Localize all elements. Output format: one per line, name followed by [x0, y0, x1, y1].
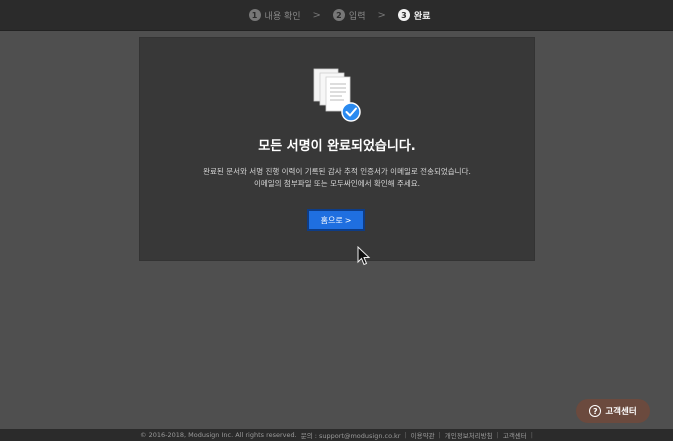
footer-link-privacy[interactable]: 개인정보처리방침 [445, 430, 493, 440]
step-label: 입력 [348, 11, 366, 22]
chevron-right-icon: > [344, 215, 352, 225]
documents-check-icon [313, 68, 361, 122]
step-number: 3 [397, 9, 410, 21]
footer-link-terms[interactable]: 이용약관 [411, 430, 435, 440]
home-button-label: 홈으로 [320, 215, 343, 225]
mouse-cursor-icon [357, 246, 371, 266]
footer-contact: 문의 : support@modusign.co.kr [300, 432, 401, 440]
question-icon: ? [589, 405, 602, 417]
completion-card: 모든 서명이 완료되었습니다. 완료된 문서와 서명 진행 이력이 기록된 감사… [140, 38, 534, 260]
description-line: 완료된 문서와 서명 진행 이력이 기록된 감사 추적 인증서가 이메일로 전송… [203, 167, 471, 176]
footer-link-customer-center[interactable]: 고객센터 [503, 430, 527, 440]
step-number: 2 [332, 9, 345, 21]
completion-description: 완료된 문서와 서명 진행 이력이 기록된 감사 추적 인증서가 이메일로 전송… [140, 166, 534, 190]
customer-center-button[interactable]: ? 고객센터 [576, 399, 650, 423]
customer-center-label: 고객센터 [605, 407, 637, 417]
completion-title: 모든 서명이 완료되었습니다. [258, 139, 416, 154]
step-complete: 3 완료 [397, 9, 431, 22]
progress-stepper: 1 내용 확인 > 2 입력 > 3 완료 [0, 0, 673, 31]
step-review: 1 내용 확인 [248, 9, 301, 22]
description-line: 이메일의 첨부파일 또는 모두싸인에서 확인해 주세요. [253, 179, 421, 188]
step-number: 1 [248, 9, 261, 21]
step-label: 완료 [413, 11, 431, 22]
step-label: 내용 확인 [264, 11, 301, 22]
chevron-right-icon: > [312, 9, 321, 21]
footer-separator: | [438, 431, 441, 439]
footer-separator: | [404, 431, 407, 439]
step-input: 2 입력 [332, 9, 366, 22]
home-button[interactable]: 홈으로 > [307, 209, 365, 231]
steps: 1 내용 확인 > 2 입력 > 3 완료 [248, 9, 431, 22]
footer-copyright: © 2016-2018, Modusign Inc. All rights re… [140, 431, 297, 439]
footer: © 2016-2018, Modusign Inc. All rights re… [0, 429, 673, 441]
chevron-right-icon: > [377, 9, 386, 21]
footer-separator: | [530, 431, 533, 439]
footer-separator: | [496, 431, 499, 439]
page: 1 내용 확인 > 2 입력 > 3 완료 모든 서명이 완료되었습니다. 완료… [0, 0, 673, 441]
